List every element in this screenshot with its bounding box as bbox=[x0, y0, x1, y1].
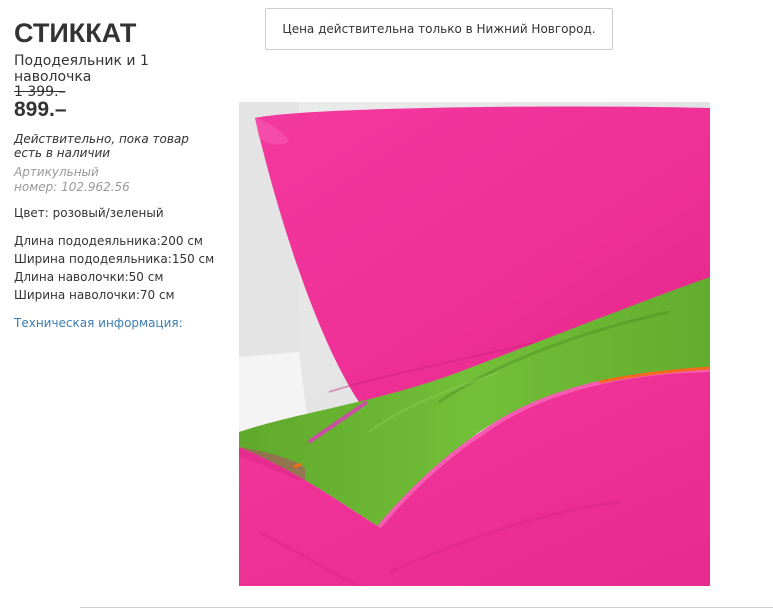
product-color: Цвет: розовый/зеленый bbox=[14, 206, 164, 220]
product-description: Пододеяльник и 1 наволочка bbox=[14, 53, 149, 85]
article-number: Артикульный номер: 102.962.56 bbox=[14, 165, 130, 194]
product-info: СТИККАТ Пододеяльник и 1 наволочка 1 399… bbox=[14, 18, 229, 330]
old-price: 1 399.– bbox=[14, 84, 66, 100]
technical-info-link[interactable]: Техническая информация: bbox=[14, 316, 229, 330]
bottom-divider bbox=[80, 607, 773, 608]
price-validity-note: Действительно, пока товар есть в наличии bbox=[14, 132, 189, 160]
new-price: 899.– bbox=[14, 98, 67, 121]
product-photo-bedding bbox=[239, 102, 710, 586]
spec-pillowcase-width: Ширина наволочки:70 см bbox=[14, 288, 175, 302]
spec-duvet-length: Длина пододеяльника:200 см bbox=[14, 234, 203, 248]
spec-duvet-width: Ширина пододеяльника:150 см bbox=[14, 252, 215, 266]
product-specs: Длина пододеяльника:200 см Ширина пододе… bbox=[14, 232, 229, 304]
spec-pillowcase-length: Длина наволочки:50 см bbox=[14, 270, 164, 284]
product-name: СТИККАТ bbox=[14, 18, 137, 48]
price-region-notice: Цена действительна только в Нижний Новго… bbox=[265, 8, 613, 50]
price-region-notice-text: Цена действительна только в Нижний Новго… bbox=[282, 22, 596, 36]
product-image[interactable] bbox=[239, 102, 710, 586]
